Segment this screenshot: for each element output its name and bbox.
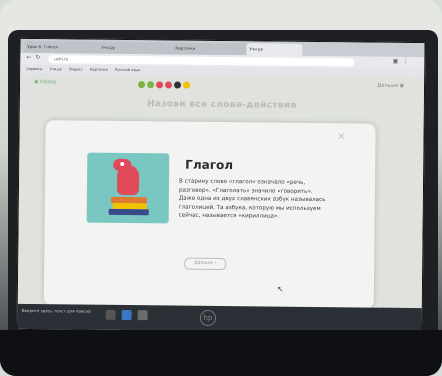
browser-tab[interactable]: Карточки <box>172 42 249 56</box>
back-circle-icon: ◉ <box>34 79 39 86</box>
file-explorer-icon[interactable] <box>105 309 116 320</box>
progress-dots <box>138 81 191 89</box>
tab-label: Карточки <box>175 45 196 51</box>
lesson-app: ◉ Назад Дальше ◉ Назови все слова-действ… <box>17 73 425 309</box>
next-label: Дальше <box>377 82 399 89</box>
bookmark-item[interactable]: Сервисы <box>26 67 42 71</box>
reload-icon[interactable]: ↻ <box>35 54 40 61</box>
back-arrow-icon[interactable]: ← <box>26 54 31 61</box>
laptop-screen: Урок 6. Глагол Учи.ру Карточки Учи.ру ← … <box>16 37 426 335</box>
progress-dot <box>165 81 173 89</box>
dinosaur-eye <box>120 161 125 166</box>
browser-tab[interactable]: Учи.ру <box>98 41 175 55</box>
bookmark-item[interactable]: Русский язык <box>115 68 140 72</box>
next-button[interactable]: Дальше ◉ <box>377 83 404 89</box>
back-button[interactable]: ◉ Назад <box>34 79 56 85</box>
extension-icon[interactable]: ▣ <box>393 58 399 65</box>
browser-tab[interactable]: Урок 6. Глагол <box>24 40 101 54</box>
progress-dot <box>174 81 182 89</box>
browser-tab-active[interactable]: Учи.ру <box>246 43 303 56</box>
more-button[interactable]: Дальше › <box>184 257 227 271</box>
info-modal: × Глагол В старину слово «глагол» означа… <box>43 120 376 309</box>
book-shape <box>108 208 149 216</box>
modal-heading: Глагол <box>185 157 234 173</box>
back-label: Назад <box>40 79 57 86</box>
mouse-cursor-icon: ↖ <box>276 284 284 294</box>
book-shape <box>112 202 147 210</box>
menu-icon[interactable]: ⋮ <box>402 58 408 65</box>
tab-label: Учи.ру <box>101 44 116 50</box>
progress-dot <box>147 81 155 89</box>
app-taskbar-icon[interactable] <box>137 310 148 321</box>
tab-label: Урок 6. Глагол <box>27 43 59 50</box>
book-shape <box>110 196 147 204</box>
photo-frame: Урок 6. Глагол Учи.ру Карточки Учи.ру ← … <box>0 0 442 376</box>
close-icon[interactable]: × <box>337 131 346 142</box>
laptop-keyboard <box>0 330 442 376</box>
os-taskbar: Введите здесь текст для поиска <box>17 303 422 334</box>
taskbar-search-text[interactable]: Введите здесь текст для поиска <box>22 308 91 314</box>
progress-dot <box>138 81 146 89</box>
hp-logo: hp <box>200 310 216 326</box>
bookmark-item[interactable]: Учи.ру <box>50 67 62 71</box>
progress-dot <box>156 81 164 89</box>
modal-paragraph: В старину слово «глагол» означало «речь,… <box>178 178 326 220</box>
bookmark-item[interactable]: Карточки <box>90 68 108 72</box>
next-circle-icon: ◉ <box>399 82 405 89</box>
browser-taskbar-icon[interactable] <box>121 309 132 321</box>
bookmark-item[interactable]: Яндекс <box>69 67 83 71</box>
dinosaur-illustration <box>86 152 170 224</box>
task-title: Назови все слова-действия <box>147 99 297 111</box>
tab-label: Учи.ру <box>249 46 264 52</box>
progress-dot <box>183 81 191 89</box>
